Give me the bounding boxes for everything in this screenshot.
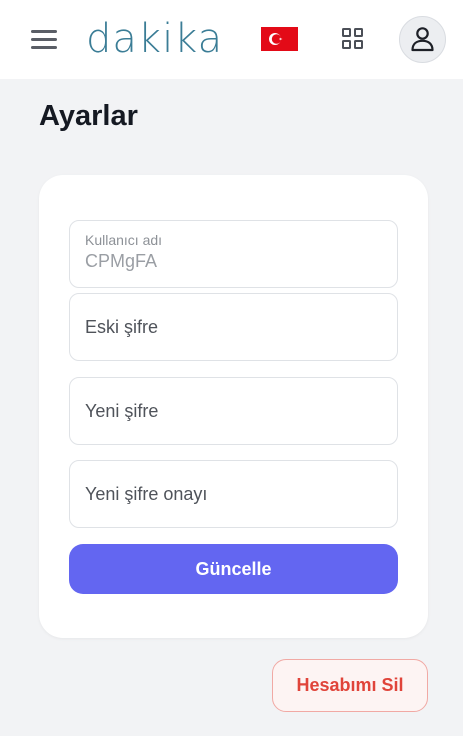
new-password-input[interactable] [85, 378, 385, 444]
hamburger-menu-icon[interactable] [31, 29, 57, 49]
delete-account-button[interactable]: Hesabımı Sil [272, 659, 428, 712]
username-field[interactable]: Kullanıcı adı [69, 220, 398, 288]
username-input[interactable] [85, 249, 375, 273]
turkey-flag-icon[interactable] [261, 27, 298, 51]
confirm-password-field[interactable] [69, 460, 398, 528]
username-label: Kullanıcı adı [85, 232, 163, 248]
settings-card: Kullanıcı adı Güncelle [39, 175, 428, 638]
page-title: Ayarlar [39, 100, 138, 132]
old-password-field[interactable] [69, 293, 398, 361]
top-bar: dakika [0, 0, 463, 79]
apps-grid-icon[interactable] [342, 28, 364, 50]
user-profile-button[interactable] [399, 16, 446, 63]
confirm-password-input[interactable] [85, 461, 385, 527]
turkey-flag-graphic [261, 27, 298, 51]
old-password-input[interactable] [85, 294, 385, 360]
new-password-field[interactable] [69, 377, 398, 445]
user-icon [411, 27, 434, 52]
logo[interactable]: dakika [86, 14, 223, 64]
update-button[interactable]: Güncelle [69, 544, 398, 594]
